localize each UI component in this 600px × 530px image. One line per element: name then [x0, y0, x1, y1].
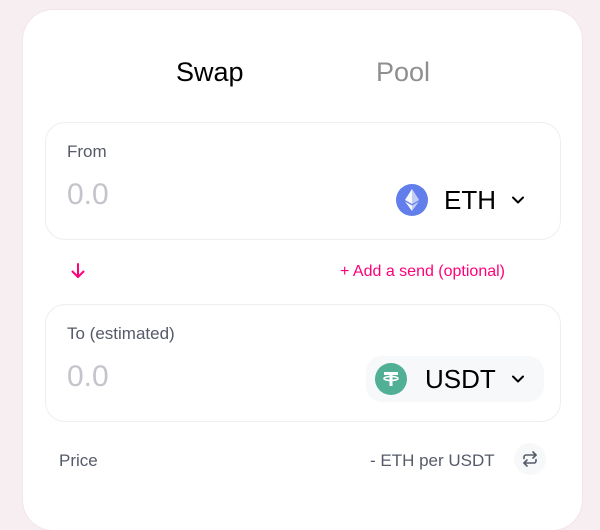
tab-swap[interactable]: Swap	[176, 54, 244, 90]
chevron-down-icon	[510, 192, 526, 208]
from-amount-input[interactable]: 0.0	[67, 178, 109, 212]
tether-icon	[375, 363, 407, 395]
add-send-link[interactable]: + Add a send (optional)	[340, 263, 505, 281]
from-token-symbol: ETH	[444, 184, 496, 215]
chevron-down-icon	[510, 371, 526, 387]
ethereum-icon	[396, 184, 428, 216]
to-token-select[interactable]: USDT	[366, 356, 544, 402]
price-value: - ETH per USDT	[370, 451, 495, 470]
to-panel: To (estimated) 0.0 USDT	[45, 304, 561, 422]
swap-arrows-icon[interactable]	[514, 443, 546, 475]
from-token-select[interactable]: ETH	[388, 177, 538, 223]
to-amount-input[interactable]: 0.0	[67, 360, 109, 394]
arrow-down-icon[interactable]	[68, 261, 88, 281]
from-panel: From 0.0 ETH	[45, 122, 561, 240]
price-label: Price	[59, 451, 98, 470]
from-label: From	[67, 142, 107, 161]
swap-card: Swap Pool From 0.0 ETH + Add a send (opt…	[23, 10, 582, 530]
to-label: To (estimated)	[67, 324, 175, 343]
to-token-symbol: USDT	[425, 363, 496, 394]
tab-pool[interactable]: Pool	[376, 54, 430, 90]
